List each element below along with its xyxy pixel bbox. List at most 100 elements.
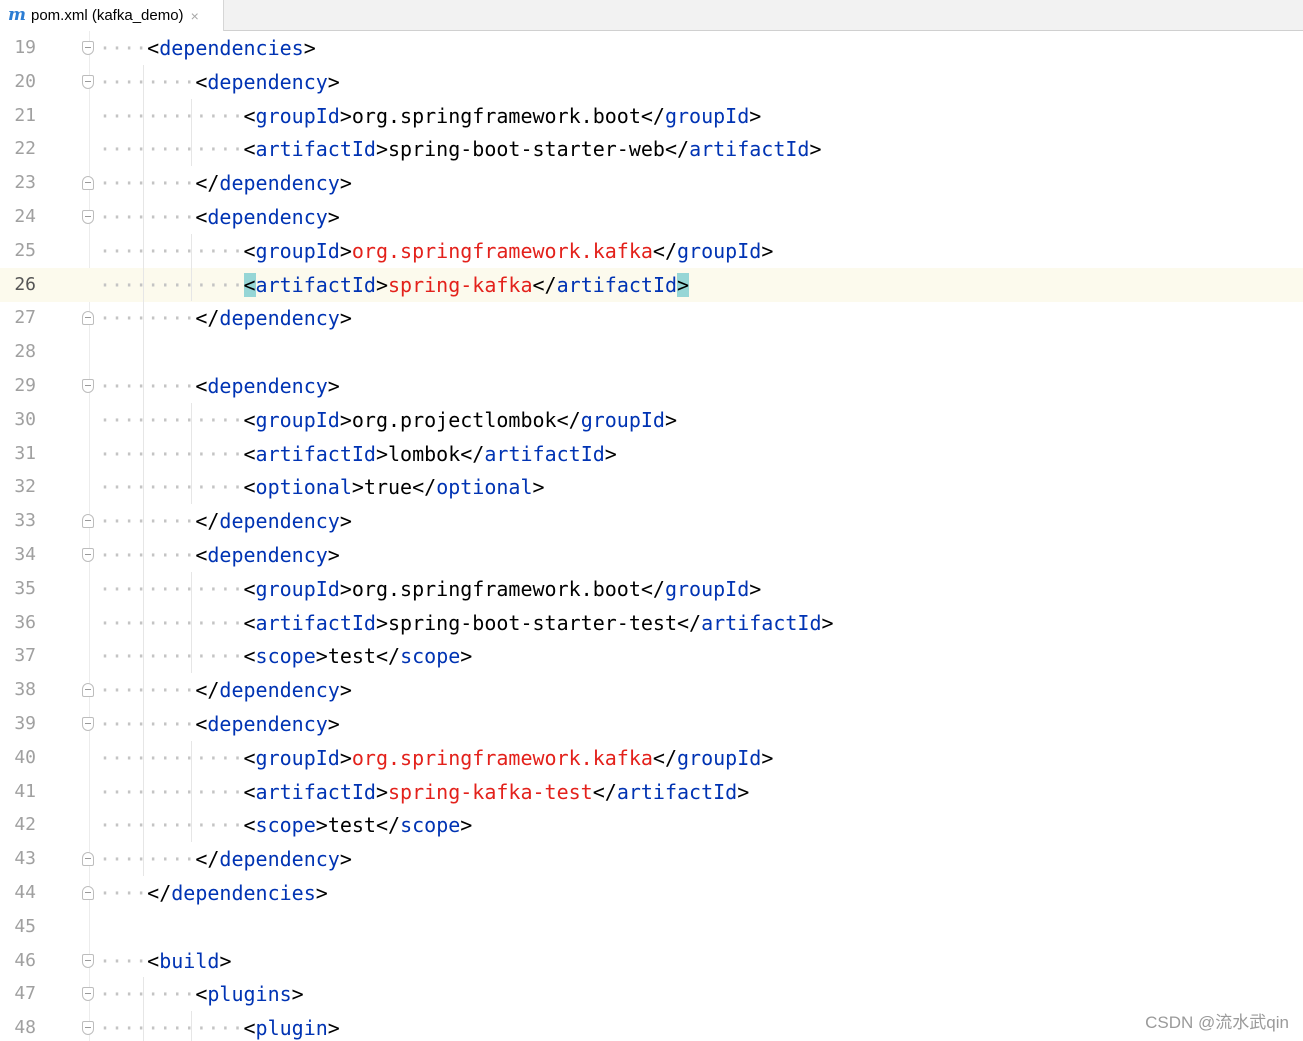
fold-start-icon[interactable] <box>82 987 94 1002</box>
code-line[interactable]: 20 ········<dependency> <box>0 65 1303 99</box>
indent-guide <box>191 571 192 674</box>
code-line[interactable]: 27 ········</dependency> <box>0 301 1303 335</box>
code-line[interactable]: 19 ····<dependencies> <box>0 31 1303 65</box>
code-line[interactable]: 28 <box>0 335 1303 369</box>
line-number: 40 <box>14 746 36 768</box>
code-line[interactable]: 33 ········</dependency> <box>0 504 1303 538</box>
code-editor[interactable]: 19 ····<dependencies> 20 ········<dependenc… <box>0 31 1303 1041</box>
xml-text-value-highlighted: spring-kafka-test <box>388 779 593 804</box>
code-line[interactable]: 42 ············<scope>test</scope> <box>0 808 1303 842</box>
xml-tag-name: dependency <box>207 205 328 229</box>
whitespace-dots: ············ <box>99 576 244 601</box>
xml-bracket: > <box>604 441 617 466</box>
tab-pom-xml[interactable]: m pom.xml (kafka_demo) × <box>0 0 224 31</box>
xml-text-value-highlighted: spring-kafka <box>388 272 533 297</box>
xml-bracket: > <box>339 171 352 196</box>
xml-tag-name: scope <box>400 644 461 669</box>
line-number: 48 <box>14 1017 36 1039</box>
xml-bracket: > <box>351 475 364 500</box>
line-number: 34 <box>14 544 36 565</box>
whitespace-dots: ············ <box>99 137 244 162</box>
fold-start-icon[interactable] <box>82 74 94 89</box>
xml-bracket: > <box>219 948 232 973</box>
fold-start-icon[interactable] <box>82 548 94 562</box>
xml-tag-name: dependency <box>207 543 328 567</box>
indent-guide <box>143 64 144 876</box>
line-number: 22 <box>14 138 36 160</box>
whitespace-dots: ············ <box>99 407 244 432</box>
xml-tag-name: dependency <box>219 306 340 331</box>
xml-bracket: < <box>243 475 256 500</box>
whitespace-dots: ············ <box>99 272 244 297</box>
xml-tag-name: artifactId <box>701 610 822 635</box>
xml-bracket: </ <box>640 576 665 601</box>
code-text: ············<scope>test</scope> <box>99 808 472 842</box>
code-line[interactable]: 45 <box>0 910 1303 944</box>
xml-bracket: < <box>243 779 256 804</box>
code-text: ············<groupId>org.springframework… <box>99 234 773 268</box>
indent-guide <box>191 402 192 505</box>
code-line[interactable]: 35 ············<groupId>org.springframewo… <box>0 572 1303 606</box>
fold-end-icon[interactable] <box>82 311 94 326</box>
code-line[interactable]: 29 ········<dependency> <box>0 369 1303 403</box>
code-text: ············<artifactId>lombok</artifact… <box>99 437 617 471</box>
code-line[interactable]: 24 ········<dependency> <box>0 200 1303 234</box>
xml-bracket: < <box>243 576 256 601</box>
code-line[interactable]: 22 ············<artifactId>spring-boot-st… <box>0 132 1303 166</box>
xml-text-value: test <box>327 644 376 669</box>
code-line[interactable]: 36 ············<artifactId>spring-boot-st… <box>0 606 1303 640</box>
fold-start-icon[interactable] <box>82 717 94 731</box>
code-line[interactable]: 46 ····<build> <box>0 944 1303 978</box>
xml-tag-name: dependency <box>219 847 340 872</box>
xml-bracket: > <box>375 272 389 297</box>
whitespace-dots: ············ <box>99 813 244 838</box>
line-number: 28 <box>14 341 36 363</box>
fold-end-icon[interactable] <box>82 852 94 867</box>
xml-bracket: </ <box>664 137 690 162</box>
xml-text-value: lombok <box>388 441 461 466</box>
line-number: 31 <box>14 442 36 464</box>
fold-start-icon[interactable] <box>82 210 94 224</box>
code-line[interactable]: 31 ············<artifactId>lombok</artifa… <box>0 437 1303 471</box>
code-line[interactable]: 40 ············<groupId>org.springframewo… <box>0 741 1303 775</box>
line-number: 47 <box>14 983 36 1005</box>
code-line[interactable]: 39 ········<dependency> <box>0 707 1303 741</box>
fold-start-icon[interactable] <box>82 1021 94 1036</box>
code-text: ········</dependency> <box>99 842 352 876</box>
code-line[interactable]: 38 ········</dependency> <box>0 673 1303 707</box>
code-line[interactable]: 30 ············<groupId>org.projectlombok… <box>0 403 1303 437</box>
code-line[interactable]: 37 ············<scope>test</scope> <box>0 639 1303 673</box>
editor-tab-bar: m pom.xml (kafka_demo) × <box>0 0 1303 31</box>
xml-bracket: > <box>749 103 762 128</box>
code-line[interactable]: 47 ········<plugins> <box>0 977 1303 1011</box>
fold-start-icon[interactable] <box>82 379 94 393</box>
fold-end-icon[interactable] <box>82 683 94 698</box>
code-line[interactable]: 41 ············<artifactId>spring-kafka-t… <box>0 775 1303 809</box>
code-line[interactable]: 23 ········</dependency> <box>0 166 1303 200</box>
code-text: ············<groupId>org.springframework… <box>99 741 773 775</box>
code-line[interactable]: 34 ········<dependency> <box>0 538 1303 572</box>
xml-tag-name: plugins <box>207 982 292 1007</box>
xml-tag-name: plugin <box>255 1016 328 1041</box>
code-line[interactable]: 26 ············<artifactId>spring-kafka</… <box>0 267 1303 302</box>
code-line[interactable]: 21 ············<groupId>org.springframewo… <box>0 99 1303 133</box>
code-text: ············<groupId>org.springframework… <box>99 99 761 133</box>
code-line[interactable]: 32 ············<optional>true</optional> <box>0 470 1303 504</box>
fold-end-icon[interactable] <box>82 886 94 900</box>
xml-bracket: > <box>375 779 389 804</box>
fold-start-icon[interactable] <box>82 41 94 55</box>
xml-bracket: > <box>291 982 304 1007</box>
code-line[interactable]: 48 ············<plugin> <box>0 1011 1303 1041</box>
code-line[interactable]: 44 ····</dependencies> <box>0 876 1303 910</box>
fold-end-icon[interactable] <box>82 176 94 191</box>
fold-start-icon[interactable] <box>82 953 94 968</box>
indent-guide <box>191 233 192 302</box>
xml-bracket: < <box>195 69 208 94</box>
code-line[interactable]: 43 ········</dependency> <box>0 842 1303 876</box>
close-icon[interactable]: × <box>191 8 199 24</box>
xml-bracket: < <box>147 36 160 60</box>
fold-end-icon[interactable] <box>82 514 94 529</box>
code-text: ············<artifactId>spring-kafka</ar… <box>99 268 690 302</box>
code-line[interactable]: 25 ············<groupId>org.springframewo… <box>0 234 1303 268</box>
code-text: ········</dependency> <box>99 301 352 335</box>
